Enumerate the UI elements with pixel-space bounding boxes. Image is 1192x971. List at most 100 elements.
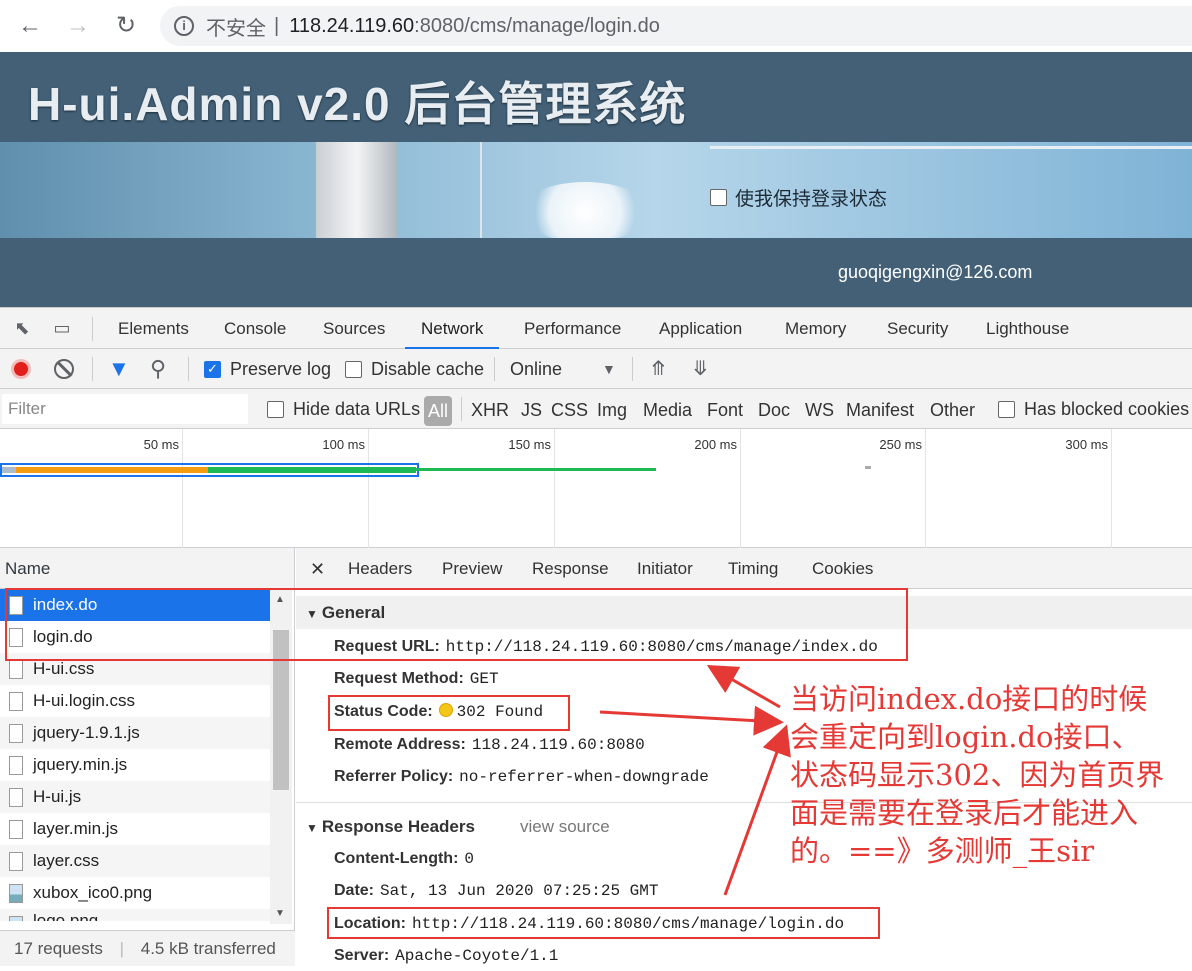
network-toolbar: ▼ ⚲ ✓ Preserve log Disable cache Online … xyxy=(0,349,1192,389)
chevron-down-icon[interactable]: ▼ xyxy=(602,349,616,389)
close-icon[interactable]: ✕ xyxy=(310,548,325,589)
document-icon xyxy=(9,756,23,775)
annotation-line: 面是需要在登录后才能进入 xyxy=(790,796,1139,830)
network-overview[interactable]: 50 ms 100 ms 150 ms 200 ms 250 ms 300 ms xyxy=(0,429,1192,548)
tab-network[interactable]: Network xyxy=(405,308,500,349)
tab-lighthouse[interactable]: Lighthouse xyxy=(986,308,1069,349)
filter-type-all[interactable]: All xyxy=(424,396,453,426)
blocked-cookies-toggle[interactable]: Has blocked cookies xyxy=(998,389,1189,429)
request-name[interactable]: jquery-1.9.1.js xyxy=(33,723,140,742)
triangle-down-icon[interactable]: ▼ xyxy=(306,821,318,835)
tab-initiator[interactable]: Initiator xyxy=(637,548,693,589)
disable-cache-checkbox[interactable] xyxy=(345,360,362,378)
throttle-value[interactable]: Online xyxy=(510,349,562,389)
filter-funnel-icon[interactable]: ▼ xyxy=(108,349,130,389)
annotation-text: 当访问index.do接口的时候 会重定向到login.do接口、 状态码显示3… xyxy=(790,680,1190,870)
list-item[interactable]: layer.min.js xyxy=(0,813,270,845)
scroll-down-icon[interactable]: ▼ xyxy=(275,908,285,919)
page-footer: guoqigengxin@126.com xyxy=(0,238,1192,307)
filter-type-font[interactable]: Font xyxy=(707,389,743,429)
inspect-element-icon[interactable]: ⬉ xyxy=(10,318,34,340)
request-name[interactable]: H-ui.js xyxy=(33,787,81,806)
forward-arrow-icon[interactable]: → xyxy=(62,10,94,42)
hide-data-urls-checkbox[interactable] xyxy=(267,400,284,418)
list-item[interactable]: H-ui.js xyxy=(0,781,270,813)
tab-performance[interactable]: Performance xyxy=(524,308,621,349)
remember-checkbox[interactable] xyxy=(710,189,727,206)
tab-security[interactable]: Security xyxy=(887,308,948,349)
filter-type-other[interactable]: Other xyxy=(930,389,975,429)
address-bar[interactable]: i 不安全 | 118.24.119.60 :8080/cms/manage/l… xyxy=(160,6,1192,46)
record-icon[interactable] xyxy=(11,359,31,379)
clear-icon[interactable] xyxy=(54,359,74,379)
tab-application[interactable]: Application xyxy=(659,308,742,349)
request-method-value: GET xyxy=(469,670,499,688)
hide-data-urls-toggle[interactable]: Hide data URLs xyxy=(267,389,420,429)
request-name[interactable]: H-ui.css xyxy=(33,659,94,678)
back-arrow-icon[interactable]: ← xyxy=(14,10,46,42)
tab-console[interactable]: Console xyxy=(224,308,286,349)
request-name[interactable]: H-ui.login.css xyxy=(33,691,135,710)
preserve-log-checkbox[interactable]: ✓ xyxy=(204,360,221,378)
request-name[interactable]: layer.css xyxy=(33,851,99,870)
tab-timing[interactable]: Timing xyxy=(728,548,778,589)
list-item[interactable]: H-ui.login.css xyxy=(0,685,270,717)
request-name[interactable]: logo.png xyxy=(33,911,98,921)
filter-type-ws[interactable]: WS xyxy=(805,389,834,429)
blocked-cookies-checkbox[interactable] xyxy=(998,400,1015,418)
tab-cookies[interactable]: Cookies xyxy=(812,548,873,589)
device-toolbar-icon[interactable]: ▭ xyxy=(50,318,74,340)
filter-type-manifest[interactable]: Manifest xyxy=(846,389,914,429)
detail-tabbar: ✕ Headers Preview Response Initiator Tim… xyxy=(296,548,1192,589)
tick-label: 200 ms xyxy=(694,437,737,452)
import-har-icon[interactable]: ⤊ xyxy=(650,349,667,389)
divider: | xyxy=(119,939,124,958)
list-item[interactable]: xubox_ico0.png xyxy=(0,877,270,909)
remember-me[interactable]: 使我保持登录状态 xyxy=(710,184,887,211)
list-item[interactable]: logo.png xyxy=(0,909,270,921)
response-headers-title[interactable]: Response Headers xyxy=(322,817,475,836)
filter-input[interactable]: Filter xyxy=(2,394,248,424)
filter-type-media[interactable]: Media xyxy=(643,389,692,429)
content-length-row: Content-Length: 0 xyxy=(334,844,474,874)
filter-type-img[interactable]: Img xyxy=(597,389,627,429)
remember-label[interactable]: 使我保持登录状态 xyxy=(735,184,887,211)
search-icon[interactable]: ⚲ xyxy=(150,349,166,389)
export-har-icon[interactable]: ⤋ xyxy=(692,349,709,389)
tab-memory[interactable]: Memory xyxy=(785,308,846,349)
throttle-select[interactable]: Online ▼ xyxy=(510,349,616,389)
hide-data-urls-label[interactable]: Hide data URLs xyxy=(293,389,420,429)
tab-sources[interactable]: Sources xyxy=(323,308,385,349)
disable-cache-toggle[interactable]: Disable cache xyxy=(345,349,484,389)
date-value: Sat, 13 Jun 2020 07:25:25 GMT xyxy=(380,882,659,900)
filter-type-xhr[interactable]: XHR xyxy=(471,389,509,429)
preserve-log-toggle[interactable]: ✓ Preserve log xyxy=(204,349,331,389)
filter-type-css[interactable]: CSS xyxy=(551,389,588,429)
tab-preview[interactable]: Preview xyxy=(442,548,502,589)
request-list-header[interactable]: Name xyxy=(0,548,294,589)
request-name[interactable]: xubox_ico0.png xyxy=(33,883,152,902)
timing-bar-connect xyxy=(16,467,208,473)
panel-divider xyxy=(710,146,1192,149)
security-label[interactable]: 不安全 xyxy=(206,12,266,41)
list-item[interactable]: jquery.min.js xyxy=(0,749,270,781)
reload-icon[interactable]: ↻ xyxy=(110,10,142,42)
request-name[interactable]: jquery.min.js xyxy=(33,755,127,774)
url-host[interactable]: 118.24.119.60 xyxy=(289,15,414,38)
page-header: H-ui.Admin v2.0 后台管理系统 xyxy=(0,52,1192,142)
url-path[interactable]: :8080/cms/manage/login.do xyxy=(414,15,660,38)
filter-type-doc[interactable]: Doc xyxy=(758,389,790,429)
tab-elements[interactable]: Elements xyxy=(118,308,189,349)
view-source-link[interactable]: view source xyxy=(520,810,610,843)
blocked-cookies-label[interactable]: Has blocked cookies xyxy=(1024,389,1189,429)
tab-headers[interactable]: Headers xyxy=(348,548,412,589)
disable-cache-label[interactable]: Disable cache xyxy=(371,349,484,389)
request-name[interactable]: layer.min.js xyxy=(33,819,118,838)
info-icon[interactable]: i xyxy=(174,16,194,36)
tab-response[interactable]: Response xyxy=(532,548,609,589)
filter-type-js[interactable]: JS xyxy=(521,389,542,429)
timing-bar-download xyxy=(416,468,656,471)
preserve-log-label[interactable]: Preserve log xyxy=(230,349,331,389)
list-item[interactable]: jquery-1.9.1.js xyxy=(0,717,270,749)
list-item[interactable]: layer.css xyxy=(0,845,270,877)
